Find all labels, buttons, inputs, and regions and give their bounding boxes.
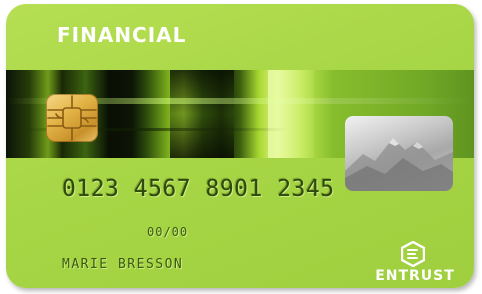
card-number: 0123 4567 8901 2345 <box>62 176 335 202</box>
expiry-date: 00/00 <box>147 225 189 239</box>
brand-name: ENTRUST <box>375 268 455 284</box>
band-dark-section <box>170 70 234 158</box>
hologram-icon <box>345 116 453 191</box>
chip-icon <box>46 94 98 142</box>
cardholder-name: MARIE BRESSON <box>62 257 184 272</box>
issuer-label: FINANCIAL <box>57 23 187 47</box>
entrust-logo-icon <box>400 240 426 268</box>
payment-card: FINANCIAL 0123 4567 8901 2345 00/00 MARI… <box>6 4 474 288</box>
brand-logo: ENTRUST <box>365 240 465 285</box>
band-bright-section <box>268 70 314 158</box>
card-wrapper: FINANCIAL 0123 4567 8901 2345 00/00 MARI… <box>0 0 482 294</box>
